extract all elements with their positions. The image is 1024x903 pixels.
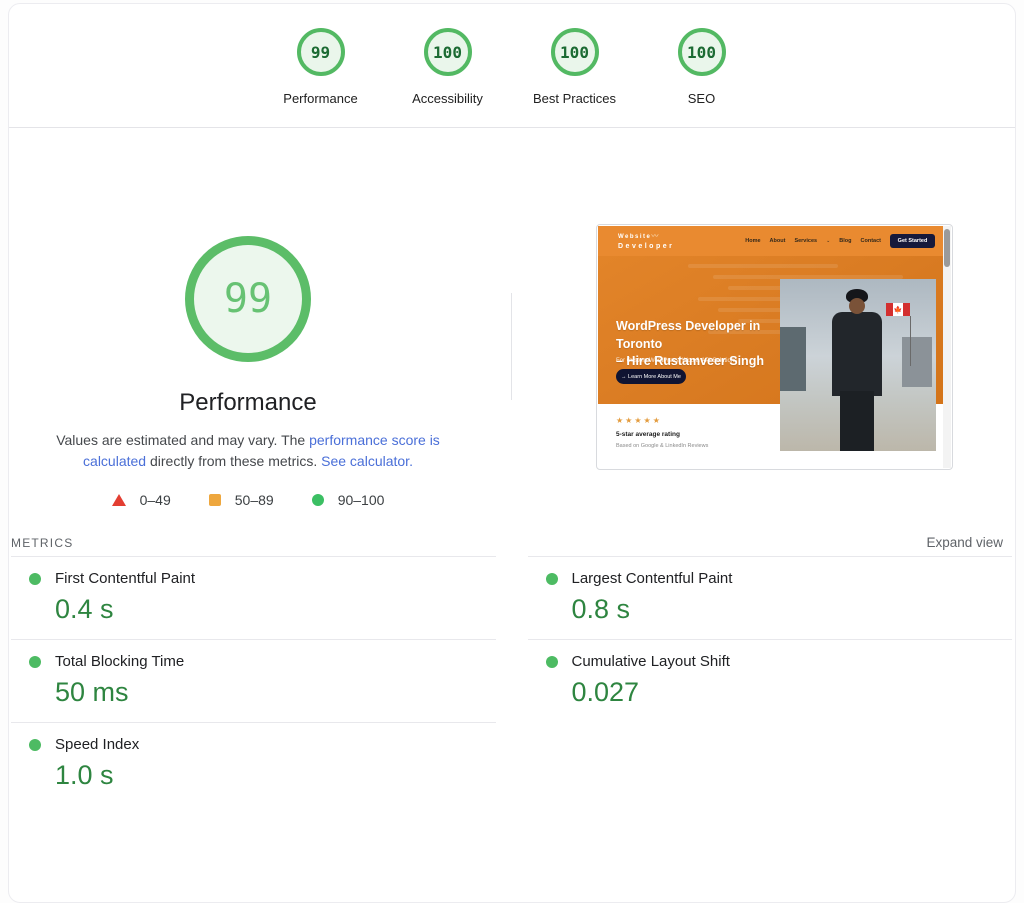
hero-photo: 🍁 (780, 279, 936, 451)
score-summary-row: 99 Performance 100 Accessibility 100 Bes… (257, 28, 765, 106)
seo-score-value: 100 (687, 42, 716, 62)
services-caret-icon: ⌄ (826, 238, 831, 244)
pass-circle-icon (311, 494, 324, 506)
site-nav-blog: Blog (839, 238, 852, 244)
summary-item-best-practices[interactable]: 100 Best Practices (511, 28, 638, 106)
summary-item-performance[interactable]: 99 Performance (257, 28, 384, 106)
accessibility-score-gauge: 100 (423, 28, 472, 76)
metric-value: 1.0 s (55, 760, 114, 790)
logo-squiggle-icon: 〰 (651, 233, 660, 240)
description-text-1: Values are estimated and may vary. The (56, 432, 310, 448)
site-nav-contact: Contact (860, 238, 881, 244)
legend-pass-range: 90–100 (337, 492, 385, 508)
summary-item-accessibility[interactable]: 100 Accessibility (384, 28, 511, 106)
seo-score-gauge: 100 (677, 28, 726, 76)
score-legend: 0–49 50–89 90–100 (44, 492, 452, 508)
metrics-header: METRICS Expand view (11, 532, 1003, 556)
thumbnail-scrollbar (943, 226, 951, 468)
performance-score-label: Performance (283, 91, 358, 106)
metric-value: 0.4 s (55, 594, 114, 624)
site-nav-about: About (769, 238, 786, 244)
metric-value: 50 ms (55, 677, 129, 707)
man-in-suit (832, 312, 882, 396)
pass-dot-icon (29, 572, 41, 585)
best-practices-score-gauge: 100 (550, 28, 599, 76)
metric-value: 0.027 (571, 677, 640, 707)
page-screenshot-thumbnail: Website〰 Developer Home About Services ⌄… (596, 224, 953, 470)
site-nav-home: Home (745, 238, 761, 244)
metric-row-cumulative-layout-shift: Cumulative Layout Shift 0.027 (528, 640, 1013, 722)
performance-main-gauge: 99 (185, 236, 311, 362)
metric-name: Largest Contentful Paint (571, 570, 733, 587)
metric-row-first-contentful-paint: First Contentful Paint 0.4 s (11, 556, 496, 640)
metric-row-speed-index: Speed Index 1.0 s (11, 723, 496, 805)
performance-score-gauge: 99 (296, 28, 345, 76)
legend-pass: 90–100 (311, 492, 385, 508)
metrics-grid: First Contentful Paint 0.4 s Total Block… (11, 556, 1012, 805)
hero-tagline: For Custom WordPress, Woo & API Solution… (616, 358, 738, 364)
center-divider (511, 293, 512, 400)
pass-dot-icon (545, 572, 558, 585)
lighthouse-report-card: 99 Performance 100 Accessibility 100 Bes… (8, 3, 1016, 903)
man-legs (840, 391, 874, 451)
screenshot-content: Website〰 Developer Home About Services ⌄… (598, 226, 943, 468)
thumbnail-scrollbar-thumb (944, 229, 950, 267)
canada-flag-icon: 🍁 (886, 303, 910, 316)
legend-fail-range: 0–49 (139, 492, 171, 508)
get-started-button: Get Started (890, 234, 935, 248)
score-description: Values are estimated and may vary. The p… (44, 430, 452, 472)
legend-fail: 0–49 (111, 492, 171, 508)
rating-title: 5-star average rating (616, 431, 680, 438)
rating-subtitle: Based on Google & LinkedIn Reviews (616, 443, 709, 449)
accessibility-score-label: Accessibility (412, 91, 483, 106)
best-practices-score-label: Best Practices (532, 91, 617, 106)
legend-average: 50–89 (208, 492, 274, 508)
see-calculator-link[interactable]: See calculator. (321, 453, 413, 469)
metrics-column-left: First Contentful Paint 0.4 s Total Block… (11, 556, 496, 805)
metric-name: Speed Index (55, 736, 140, 753)
metrics-column-right: Largest Contentful Paint 0.8 s Cumulativ… (527, 556, 1013, 805)
site-logo-line1: Website (618, 234, 652, 240)
site-header: Website〰 Developer Home About Services ⌄… (598, 226, 943, 256)
learn-more-button: → Learn More About Me (616, 369, 686, 384)
site-nav-services: Services (794, 238, 818, 244)
accessibility-score-value: 100 (433, 42, 462, 62)
summary-item-seo[interactable]: 100 SEO (638, 28, 765, 106)
score-summary-strip: 99 Performance 100 Accessibility 100 Bes… (9, 4, 1015, 128)
building-right (902, 337, 932, 387)
metric-row-largest-contentful-paint: Largest Contentful Paint 0.8 s (527, 556, 1012, 640)
legend-average-range: 50–89 (234, 492, 274, 508)
performance-main-score: 99 (223, 276, 273, 322)
description-text-2: directly from these metrics. (146, 453, 322, 469)
pass-dot-icon (29, 738, 41, 751)
average-square-icon (208, 494, 221, 506)
hero-heading-line1: WordPress Developer in Toronto (616, 319, 761, 351)
site-logo: Website〰 Developer (618, 231, 674, 250)
expand-view-link[interactable]: Expand view (926, 535, 1003, 550)
metrics-heading: METRICS (11, 536, 74, 550)
flag-pole (910, 316, 911, 366)
best-practices-score-value: 100 (560, 42, 589, 62)
site-logo-line2: Developer (618, 243, 675, 250)
performance-section-title: Performance (179, 389, 317, 416)
performance-score-value: 99 (310, 42, 331, 62)
pass-dot-icon (29, 655, 41, 668)
pass-dot-icon (545, 655, 558, 668)
man-head (849, 298, 865, 314)
metric-name: Total Blocking Time (55, 653, 185, 670)
site-nav: Home About Services ⌄ Blog Contact Get S… (745, 226, 935, 256)
five-star-icons: ★★★★★ (616, 416, 662, 425)
metric-row-total-blocking-time: Total Blocking Time 50 ms (11, 640, 496, 723)
metric-name: First Contentful Paint (55, 570, 196, 587)
metric-value: 0.8 s (571, 594, 631, 624)
fail-triangle-icon (111, 494, 126, 506)
metric-name: Cumulative Layout Shift (571, 653, 730, 670)
seo-score-label: SEO (687, 91, 716, 106)
building-left (780, 327, 806, 391)
